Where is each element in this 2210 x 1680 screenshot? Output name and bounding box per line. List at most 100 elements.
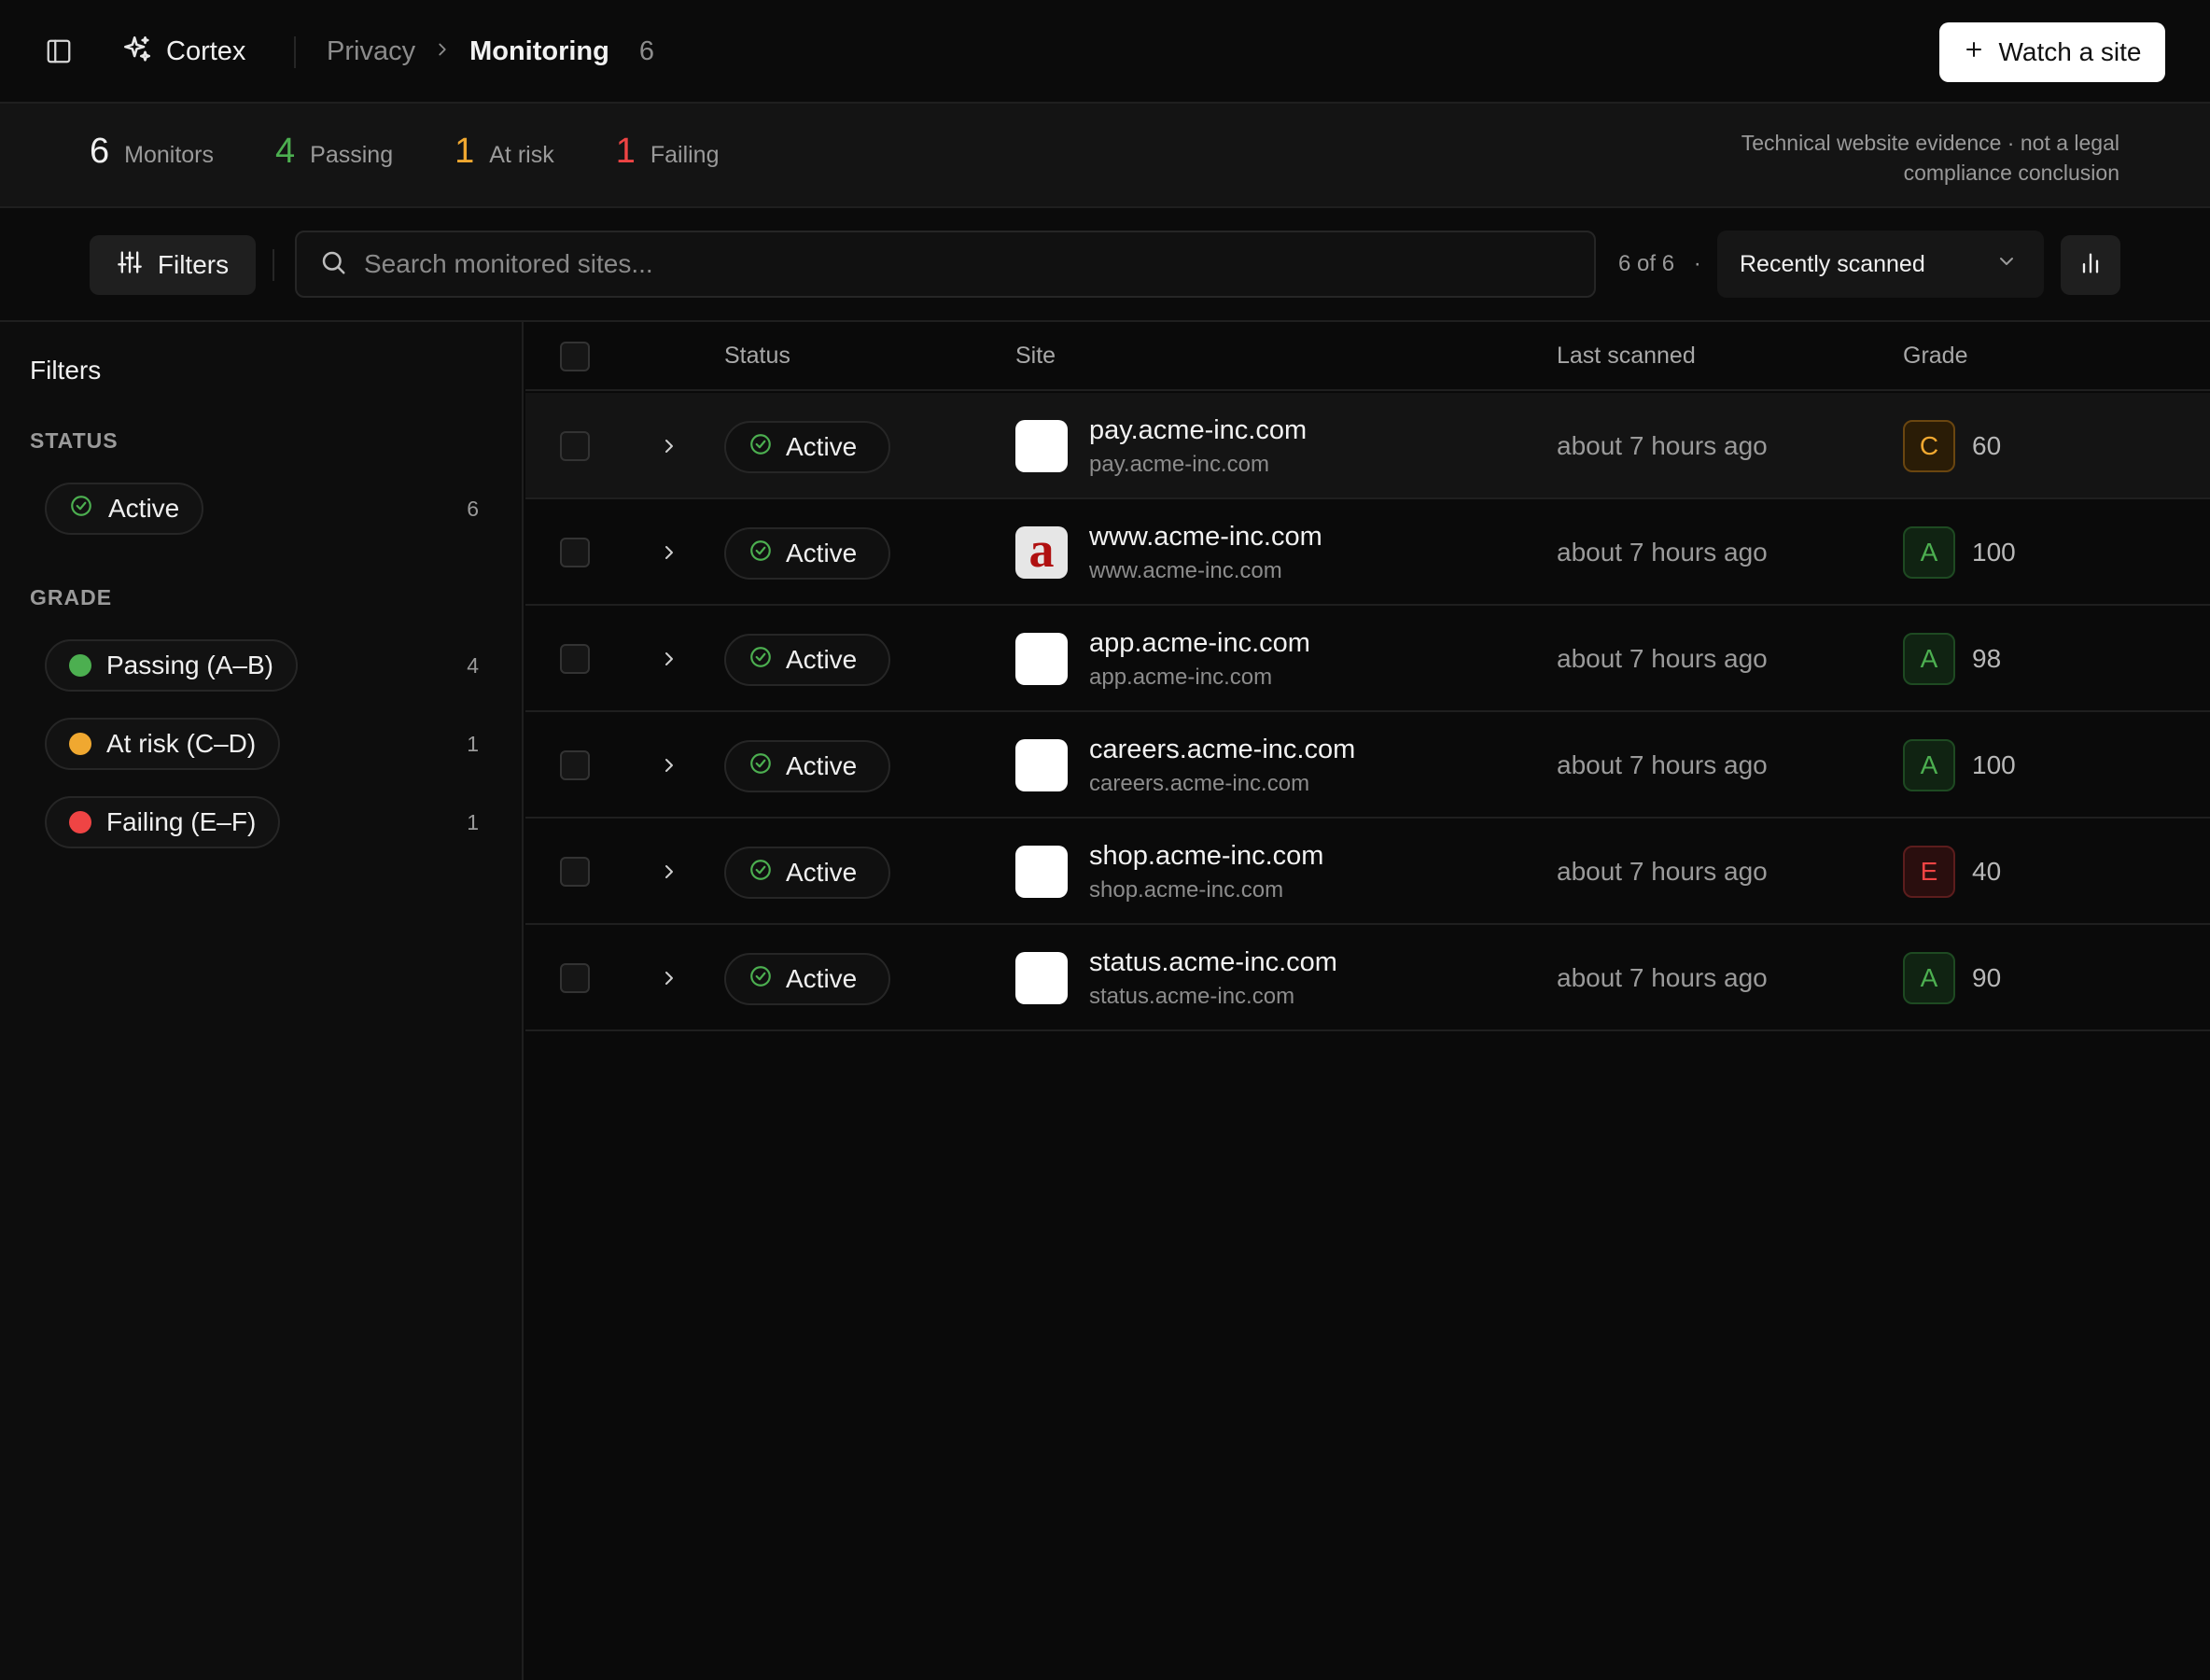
filter-chip-at-risk[interactable]: At risk (C–D) bbox=[45, 718, 281, 770]
favicon-letter: a bbox=[1028, 526, 1055, 578]
search-icon bbox=[319, 248, 347, 281]
table-row[interactable]: Active a www.acme-inc.com www.acme-inc.c… bbox=[525, 499, 2210, 606]
row-checkbox[interactable] bbox=[560, 750, 590, 780]
last-scanned: about 7 hours ago bbox=[1557, 538, 1768, 567]
filter-chip-label: At risk (C–D) bbox=[106, 729, 257, 758]
grade-score: 40 bbox=[1972, 857, 2002, 886]
column-grade[interactable]: Grade bbox=[1903, 343, 1967, 370]
site-name-link[interactable]: status.acme-inc.com bbox=[1089, 947, 1337, 978]
result-count-text: 6 of 6 bbox=[1618, 251, 1675, 276]
status-badge: Active bbox=[724, 740, 890, 792]
column-last-scanned[interactable]: Last scanned bbox=[1557, 343, 1696, 370]
stat-monitors: 6 Monitors bbox=[90, 132, 214, 172]
orange-dot-icon bbox=[69, 733, 91, 755]
stat-passing-value: 4 bbox=[275, 132, 296, 171]
site-favicon-icon bbox=[1015, 420, 1068, 472]
brand[interactable]: Cortex bbox=[121, 30, 245, 73]
search-box bbox=[295, 231, 1596, 298]
column-status[interactable]: Status bbox=[724, 343, 790, 370]
filter-grade-failing: Failing (E–F) 1 bbox=[45, 796, 479, 848]
table-row[interactable]: Active app.acme-inc.com app.acme-inc.com… bbox=[525, 606, 2210, 712]
site-favicon-icon bbox=[1015, 846, 1068, 898]
site-url: status.acme-inc.com bbox=[1089, 984, 1295, 1009]
filters-label: Filters bbox=[157, 250, 230, 279]
grade-badge: E bbox=[1903, 846, 1955, 898]
stat-failing-label: Failing bbox=[650, 142, 720, 168]
row-checkbox[interactable] bbox=[560, 538, 590, 567]
stat-at-risk: 1 At risk bbox=[455, 132, 554, 172]
filter-grade-at-risk: At risk (C–D) 1 bbox=[45, 718, 479, 770]
filters-button[interactable]: Filters bbox=[90, 235, 256, 295]
grade-badge: A bbox=[1903, 952, 1955, 1004]
status-label: Active bbox=[786, 432, 858, 461]
check-circle-icon bbox=[748, 964, 773, 995]
site-name-link[interactable]: careers.acme-inc.com bbox=[1089, 735, 1355, 765]
table-row[interactable]: Active status.acme-inc.com status.acme-i… bbox=[525, 925, 2210, 1031]
sort-select-value: Recently scanned bbox=[1740, 250, 1925, 277]
site-name-link[interactable]: app.acme-inc.com bbox=[1089, 628, 1310, 659]
chevron-down-icon bbox=[1995, 250, 2018, 279]
plus-icon bbox=[1963, 37, 1985, 67]
row-checkbox[interactable] bbox=[560, 644, 590, 674]
filters-sidebar: Filters STATUS Active 6 GRADE Passing (A… bbox=[0, 322, 524, 1680]
expand-chevron-icon[interactable] bbox=[654, 644, 684, 674]
breadcrumb-privacy[interactable]: Privacy bbox=[327, 36, 415, 67]
check-circle-icon bbox=[748, 751, 773, 782]
monitors-table: Status Site Last scanned Grade Active pa… bbox=[525, 322, 2210, 1680]
stat-at-risk-label: At risk bbox=[489, 142, 554, 168]
site-name-link[interactable]: www.acme-inc.com bbox=[1089, 522, 1322, 553]
last-scanned: about 7 hours ago bbox=[1557, 750, 1768, 779]
stat-passing-label: Passing bbox=[310, 142, 394, 168]
filter-chip-active[interactable]: Active bbox=[45, 483, 204, 535]
result-separator: · bbox=[1693, 251, 1701, 276]
row-checkbox[interactable] bbox=[560, 431, 590, 461]
red-dot-icon bbox=[69, 811, 91, 833]
site-url: app.acme-inc.com bbox=[1089, 665, 1273, 690]
filter-chip-passing[interactable]: Passing (A–B) bbox=[45, 639, 298, 692]
expand-chevron-icon[interactable] bbox=[654, 538, 684, 567]
site-name-link[interactable]: shop.acme-inc.com bbox=[1089, 841, 1323, 872]
watch-site-button[interactable]: Watch a site bbox=[1939, 22, 2165, 82]
site-favicon-icon bbox=[1015, 739, 1068, 791]
row-checkbox[interactable] bbox=[560, 963, 590, 993]
table-row[interactable]: Active pay.acme-inc.com pay.acme-inc.com… bbox=[525, 393, 2210, 499]
search-input[interactable] bbox=[364, 249, 1577, 279]
result-count: 6 of 6 · bbox=[1618, 251, 1701, 277]
grade-heading: GRADE bbox=[30, 585, 113, 609]
expand-chevron-icon[interactable] bbox=[654, 963, 684, 993]
filter-count: 6 bbox=[467, 496, 479, 521]
grade-badge: A bbox=[1903, 739, 1955, 791]
grade-score: 100 bbox=[1972, 750, 2016, 779]
sidebar-toggle-icon[interactable] bbox=[43, 35, 75, 67]
chart-view-button[interactable] bbox=[2061, 235, 2120, 295]
filter-status-active: Active 6 bbox=[45, 483, 479, 535]
stat-monitors-label: Monitors bbox=[124, 142, 215, 168]
site-name-link[interactable]: pay.acme-inc.com bbox=[1089, 415, 1307, 446]
sort-select[interactable]: Recently scanned bbox=[1717, 231, 2044, 298]
status-label: Active bbox=[786, 645, 858, 674]
row-checkbox[interactable] bbox=[560, 857, 590, 887]
last-scanned: about 7 hours ago bbox=[1557, 644, 1768, 673]
site-url: www.acme-inc.com bbox=[1089, 558, 1282, 583]
toolbar: Filters 6 of 6 · Recently scanned bbox=[0, 208, 2210, 322]
select-all-checkbox[interactable] bbox=[560, 342, 590, 371]
column-site[interactable]: Site bbox=[1015, 343, 1056, 370]
status-label: Active bbox=[786, 539, 858, 567]
expand-chevron-icon[interactable] bbox=[654, 750, 684, 780]
grade-score: 100 bbox=[1972, 538, 2016, 567]
stat-failing-value: 1 bbox=[615, 132, 636, 171]
status-label: Active bbox=[786, 964, 858, 993]
top-bar: Cortex Privacy Monitoring 6 Watch a site bbox=[0, 0, 2210, 104]
table-row[interactable]: Active careers.acme-inc.com careers.acme… bbox=[525, 712, 2210, 819]
expand-chevron-icon[interactable] bbox=[654, 431, 684, 461]
chevron-right-icon bbox=[432, 36, 453, 67]
status-label: Active bbox=[786, 751, 858, 780]
status-badge: Active bbox=[724, 527, 890, 580]
monitor-count-badge: 6 bbox=[638, 35, 655, 66]
filter-chip-failing[interactable]: Failing (E–F) bbox=[45, 796, 281, 848]
table-row[interactable]: Active shop.acme-inc.com shop.acme-inc.c… bbox=[525, 819, 2210, 925]
sidebar-title: Filters bbox=[30, 356, 102, 385]
stats-bar: 6 Monitors 4 Passing 1 At risk 1 Failing… bbox=[0, 104, 2210, 208]
expand-chevron-icon[interactable] bbox=[654, 857, 684, 887]
site-favicon-icon bbox=[1015, 952, 1068, 1004]
